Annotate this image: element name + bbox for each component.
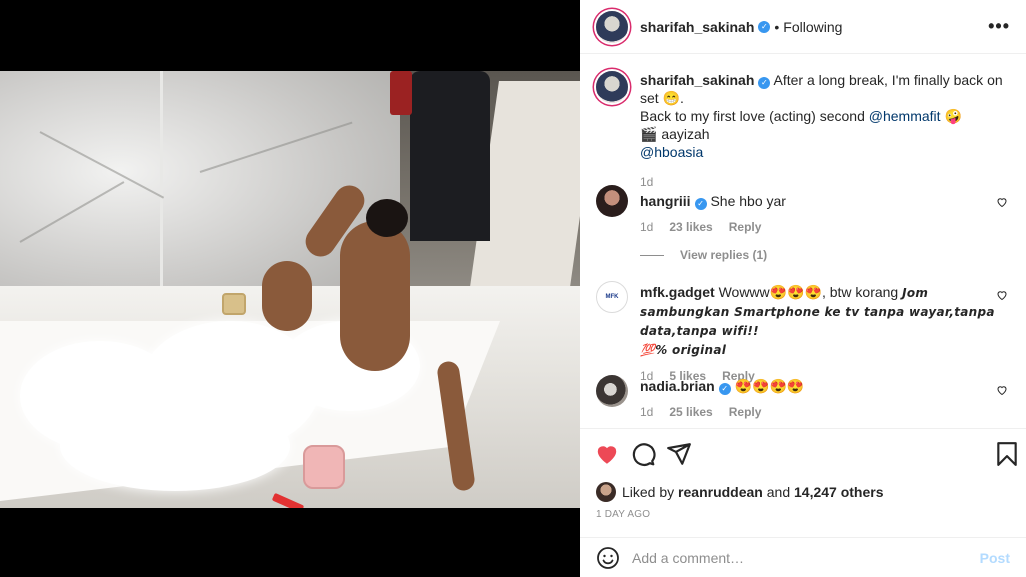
post-header: sharifah_sakinah ✓ • Following ••• (580, 0, 1026, 54)
verified-icon: ✓ (694, 198, 707, 210)
comment-text: hangriii ✓ She hbo yar (640, 185, 1010, 210)
photo-crew-member (410, 71, 490, 241)
caption-line-3: 🎬 aayizah (640, 126, 710, 142)
reply-button[interactable]: Reply (729, 405, 762, 419)
heart-icon[interactable] (594, 441, 620, 467)
post-media (0, 0, 580, 577)
action-bar: Liked by reanruddean and 14,247 others 1… (580, 428, 1026, 520)
comment-item: nadia.brian ✓ 😍😍😍😍 1d 25 likes Reply (596, 375, 1010, 419)
emoji-icon[interactable] (596, 546, 620, 570)
verified-icon: ✓ (758, 77, 771, 89)
comment-time[interactable]: 1d (640, 220, 653, 234)
comment-body: 😍😍😍😍 (734, 378, 805, 394)
comment-avatar[interactable] (596, 375, 628, 407)
comment-likes[interactable]: 23 likes (669, 220, 712, 234)
comment-username[interactable]: mfk.gadget (640, 284, 715, 300)
post-photo[interactable] (0, 71, 580, 508)
heart-icon[interactable] (996, 196, 1008, 208)
liker-avatar[interactable] (596, 482, 616, 502)
comment-likes[interactable]: 25 likes (669, 405, 712, 419)
reply-button[interactable]: Reply (729, 220, 762, 234)
photo-person (340, 221, 410, 371)
comment-meta: 1d 23 likes Reply (640, 220, 1010, 234)
caption-line-2: Back to my first love (acting) second (640, 108, 869, 124)
view-replies-line (640, 254, 664, 256)
header-separator: • (774, 18, 780, 35)
more-icon[interactable]: ••• (988, 17, 1010, 35)
comment-avatar-logo: MFK (605, 294, 619, 300)
comment-icon[interactable] (630, 441, 656, 467)
comment-item: MFK mfk.gadget Wowww😍😍😍, btw korang Jom … (596, 281, 1010, 383)
view-replies-button[interactable]: View replies (1) (640, 248, 767, 262)
caption-avatar[interactable] (596, 71, 628, 103)
mention-link[interactable]: @hboasia (640, 144, 703, 160)
likes-summary: Liked by reanruddean and 14,247 others (596, 482, 884, 502)
photo-person-hair (366, 199, 408, 237)
verified-icon: ✓ (758, 20, 771, 33)
liker-username[interactable]: reanruddean (678, 484, 763, 500)
heart-icon[interactable] (996, 384, 1008, 396)
likes-prefix: Liked by (622, 484, 675, 500)
add-comment-bar: Add a comment… Post (580, 537, 1026, 577)
photo-candle-small (222, 293, 246, 315)
photo-foam (60, 401, 290, 491)
photo-wall-phone (390, 71, 412, 115)
photo-candle-pink (303, 445, 345, 489)
post-button[interactable]: Post (980, 550, 1010, 566)
caption-username[interactable]: sharifah_sakinah (640, 72, 754, 88)
post-timestamp[interactable]: 1 DAY AGO (596, 509, 650, 520)
view-replies-label: View replies (1) (680, 248, 768, 262)
comment-username[interactable]: hangriii (640, 193, 691, 209)
photo-person-leg (262, 261, 312, 331)
comments-section[interactable]: sharifah_sakinah ✓ After a long break, I'… (580, 55, 1026, 428)
comment-item: hangriii ✓ She hbo yar 1d 23 likes Reply (596, 185, 1010, 234)
comment-body: Wowww😍😍😍, btw korang (718, 284, 903, 300)
following-button[interactable]: Following (783, 19, 842, 35)
comment-avatar[interactable] (596, 185, 628, 217)
caption-line-2-suffix: 🤪 (940, 108, 962, 124)
comment-username[interactable]: nadia.brian (640, 378, 715, 394)
comment-meta: 1d 25 likes Reply (640, 405, 1010, 419)
post-panel: sharifah_sakinah ✓ • Following ••• shari… (580, 0, 1026, 577)
comment-avatar[interactable]: MFK (596, 281, 628, 313)
verified-icon: ✓ (718, 383, 731, 395)
likes-middle: and (766, 484, 791, 500)
comment-time[interactable]: 1d (640, 405, 653, 419)
heart-icon[interactable] (996, 289, 1008, 301)
share-icon[interactable] (666, 441, 692, 467)
comment-input[interactable]: Add a comment… (632, 550, 980, 566)
caption: sharifah_sakinah ✓ After a long break, I'… (596, 71, 1010, 189)
comment-body: She hbo yar (710, 193, 786, 209)
mention-link[interactable]: @hemmafit (869, 108, 941, 124)
bookmark-icon[interactable] (994, 441, 1020, 467)
likes-others[interactable]: 14,247 others (794, 484, 884, 500)
author-avatar[interactable] (596, 10, 628, 43)
caption-text: sharifah_sakinah ✓ After a long break, I'… (640, 71, 1010, 161)
comment-text: nadia.brian ✓ 😍😍😍😍 (640, 375, 1010, 395)
author-username[interactable]: sharifah_sakinah (640, 19, 754, 35)
comment-body-styled: 💯% original (640, 343, 727, 357)
comment-text: mfk.gadget Wowww😍😍😍, btw korang Jom samb… (640, 281, 1010, 359)
